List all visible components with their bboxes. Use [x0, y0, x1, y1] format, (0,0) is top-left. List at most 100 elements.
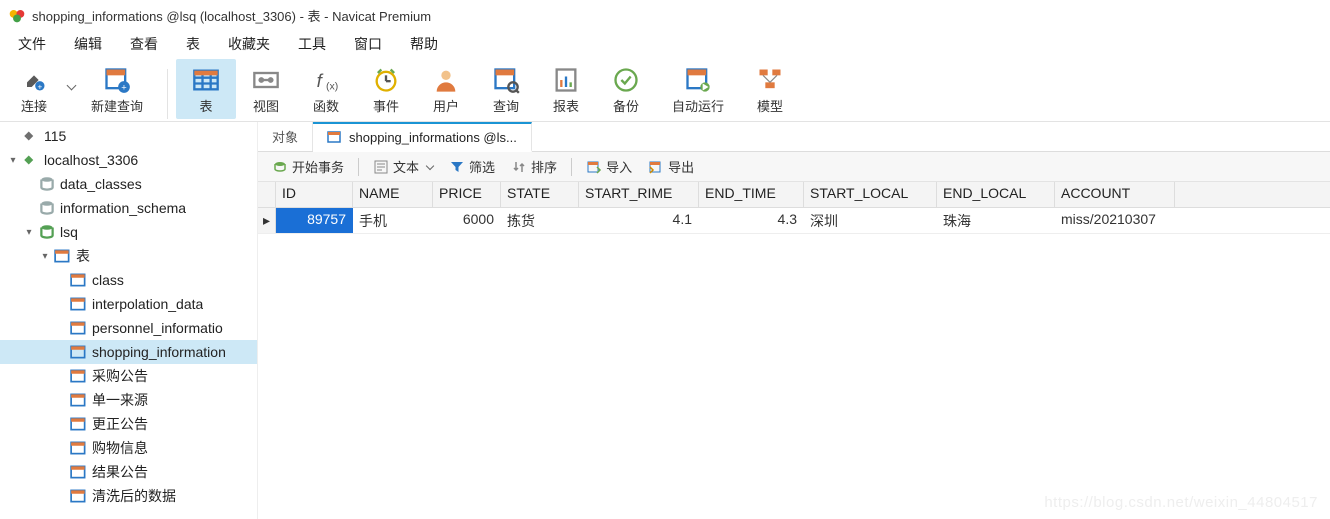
table-icon [192, 66, 220, 94]
sort-button[interactable]: 排序 [505, 155, 563, 178]
svg-text:f: f [317, 70, 324, 91]
cell-state[interactable]: 拣货 [501, 208, 579, 233]
begin-tx-icon [272, 159, 288, 175]
cell-id[interactable]: 89757 [276, 208, 353, 233]
menu-edit[interactable]: 编辑 [60, 30, 116, 58]
export-button[interactable]: 导出 [642, 155, 700, 178]
tab-objects[interactable]: 对象 [258, 122, 313, 151]
menu-window[interactable]: 窗口 [340, 30, 396, 58]
button-label: 筛选 [469, 157, 495, 176]
tree-label: 表 [76, 246, 90, 266]
menu-view[interactable]: 查看 [116, 30, 172, 58]
toolbar-separator [167, 69, 168, 119]
menu-file[interactable]: 文件 [4, 30, 60, 58]
connection-item-115[interactable]: 115 [0, 124, 257, 148]
cell-account[interactable]: miss/20210307 [1055, 208, 1175, 233]
table-item-danyi[interactable]: 单一来源 [0, 388, 257, 412]
column-header-name[interactable]: NAME [353, 182, 433, 207]
menubar: 文件 编辑 查看 表 收藏夹 工具 窗口 帮助 [0, 30, 1330, 58]
table-item-gengzheng[interactable]: 更正公告 [0, 412, 257, 436]
chevron-down-icon[interactable]: ▾ [8, 155, 18, 166]
database-item-information-schema[interactable]: information_schema [0, 196, 257, 220]
clock-icon [372, 66, 400, 94]
table-item-personnel[interactable]: personnel_informatio [0, 316, 257, 340]
button-label: 导出 [668, 157, 694, 176]
toolbar-query[interactable]: 查询 [476, 59, 536, 119]
toolbar-connect-label: 连接 [21, 96, 47, 115]
window-title: shopping_informations @lsq (localhost_33… [32, 6, 431, 25]
toolbar-event[interactable]: 事件 [356, 59, 416, 119]
filter-button[interactable]: 筛选 [443, 155, 501, 178]
toolbar-connect[interactable]: + 连接 [4, 59, 64, 119]
tree-label: data_classes [60, 176, 142, 192]
tree-label: 采购公告 [92, 366, 148, 386]
tab-label: 对象 [272, 127, 298, 146]
cell-startrime[interactable]: 4.1 [579, 208, 699, 233]
svg-text:(x): (x) [326, 80, 338, 92]
toolbar-function[interactable]: f(x) 函数 [296, 59, 356, 119]
table-item-qingxi[interactable]: 清洗后的数据 [0, 484, 257, 508]
toolbar-report[interactable]: 报表 [536, 59, 596, 119]
menu-tools[interactable]: 工具 [284, 30, 340, 58]
table-item-jieguo[interactable]: 结果公告 [0, 460, 257, 484]
table-item-gouwu[interactable]: 购物信息 [0, 436, 257, 460]
user-icon [432, 66, 460, 94]
table-item-caigou[interactable]: 采购公告 [0, 364, 257, 388]
toolbar-model[interactable]: 模型 [740, 59, 800, 119]
data-grid[interactable]: ID NAME PRICE STATE START_RIME END_TIME … [258, 182, 1330, 519]
text-button[interactable]: 文本 [367, 155, 439, 178]
tab-shopping-informations[interactable]: shopping_informations @ls... [313, 122, 532, 152]
table-item-interpolation[interactable]: interpolation_data [0, 292, 257, 316]
table-icon [70, 271, 88, 289]
toolbar-user[interactable]: 用户 [416, 59, 476, 119]
begin-transaction-button[interactable]: 开始事务 [266, 155, 350, 178]
column-header-startrime[interactable]: START_RIME [579, 182, 699, 207]
table-icon [70, 295, 88, 313]
column-header-endtime[interactable]: END_TIME [699, 182, 804, 207]
separator [358, 158, 359, 176]
import-button[interactable]: 导入 [580, 155, 638, 178]
plug-icon: + [20, 66, 48, 94]
column-header-account[interactable]: ACCOUNT [1055, 182, 1175, 207]
svg-text:+: + [121, 83, 126, 93]
table-item-shopping[interactable]: shopping_information [0, 340, 257, 364]
report-icon [552, 66, 580, 94]
chevron-down-icon[interactable]: ▾ [24, 227, 34, 238]
cell-price[interactable]: 6000 [433, 208, 501, 233]
tree-label: 结果公告 [92, 462, 148, 482]
column-header-id[interactable]: ID [276, 182, 353, 207]
cell-startlocal[interactable]: 深圳 [804, 208, 937, 233]
toolbar-report-label: 报表 [553, 96, 579, 115]
column-header-startlocal[interactable]: START_LOCAL [804, 182, 937, 207]
cell-endtime[interactable]: 4.3 [699, 208, 804, 233]
column-header-endlocal[interactable]: END_LOCAL [937, 182, 1055, 207]
tabstrip: 对象 shopping_informations @ls... [258, 122, 1330, 152]
menu-table[interactable]: 表 [172, 30, 214, 58]
toolbar-newquery[interactable]: + 新建查询 [75, 59, 159, 119]
menu-fav[interactable]: 收藏夹 [214, 30, 284, 58]
tree-label: lsq [60, 224, 78, 240]
cell-name[interactable]: 手机 [353, 208, 433, 233]
table-item-class[interactable]: class [0, 268, 257, 292]
filter-icon [449, 159, 465, 175]
table-icon [70, 439, 88, 457]
tree-label: 115 [44, 128, 66, 144]
chevron-down-icon[interactable]: ▾ [40, 251, 50, 262]
column-header-state[interactable]: STATE [501, 182, 579, 207]
button-label: 导入 [606, 157, 632, 176]
cell-endlocal[interactable]: 珠海 [937, 208, 1055, 233]
table-icon [70, 319, 88, 337]
connection-item-localhost[interactable]: ▾ localhost_3306 [0, 148, 257, 172]
tab-label: shopping_informations @ls... [349, 130, 517, 145]
table-icon [70, 415, 88, 433]
database-item-lsq[interactable]: ▾ lsq [0, 220, 257, 244]
toolbar-backup[interactable]: 备份 [596, 59, 656, 119]
toolbar-table[interactable]: 表 [176, 59, 236, 119]
menu-help[interactable]: 帮助 [396, 30, 452, 58]
database-item-data-classes[interactable]: data_classes [0, 172, 257, 196]
column-header-price[interactable]: PRICE [433, 182, 501, 207]
toolbar-autorun[interactable]: 自动运行 [656, 59, 740, 119]
toolbar-view[interactable]: 视图 [236, 59, 296, 119]
tables-group[interactable]: ▾ 表 [0, 244, 257, 268]
table-row[interactable]: ▸ 89757 手机 6000 拣货 4.1 4.3 深圳 珠海 miss/20… [258, 208, 1330, 234]
